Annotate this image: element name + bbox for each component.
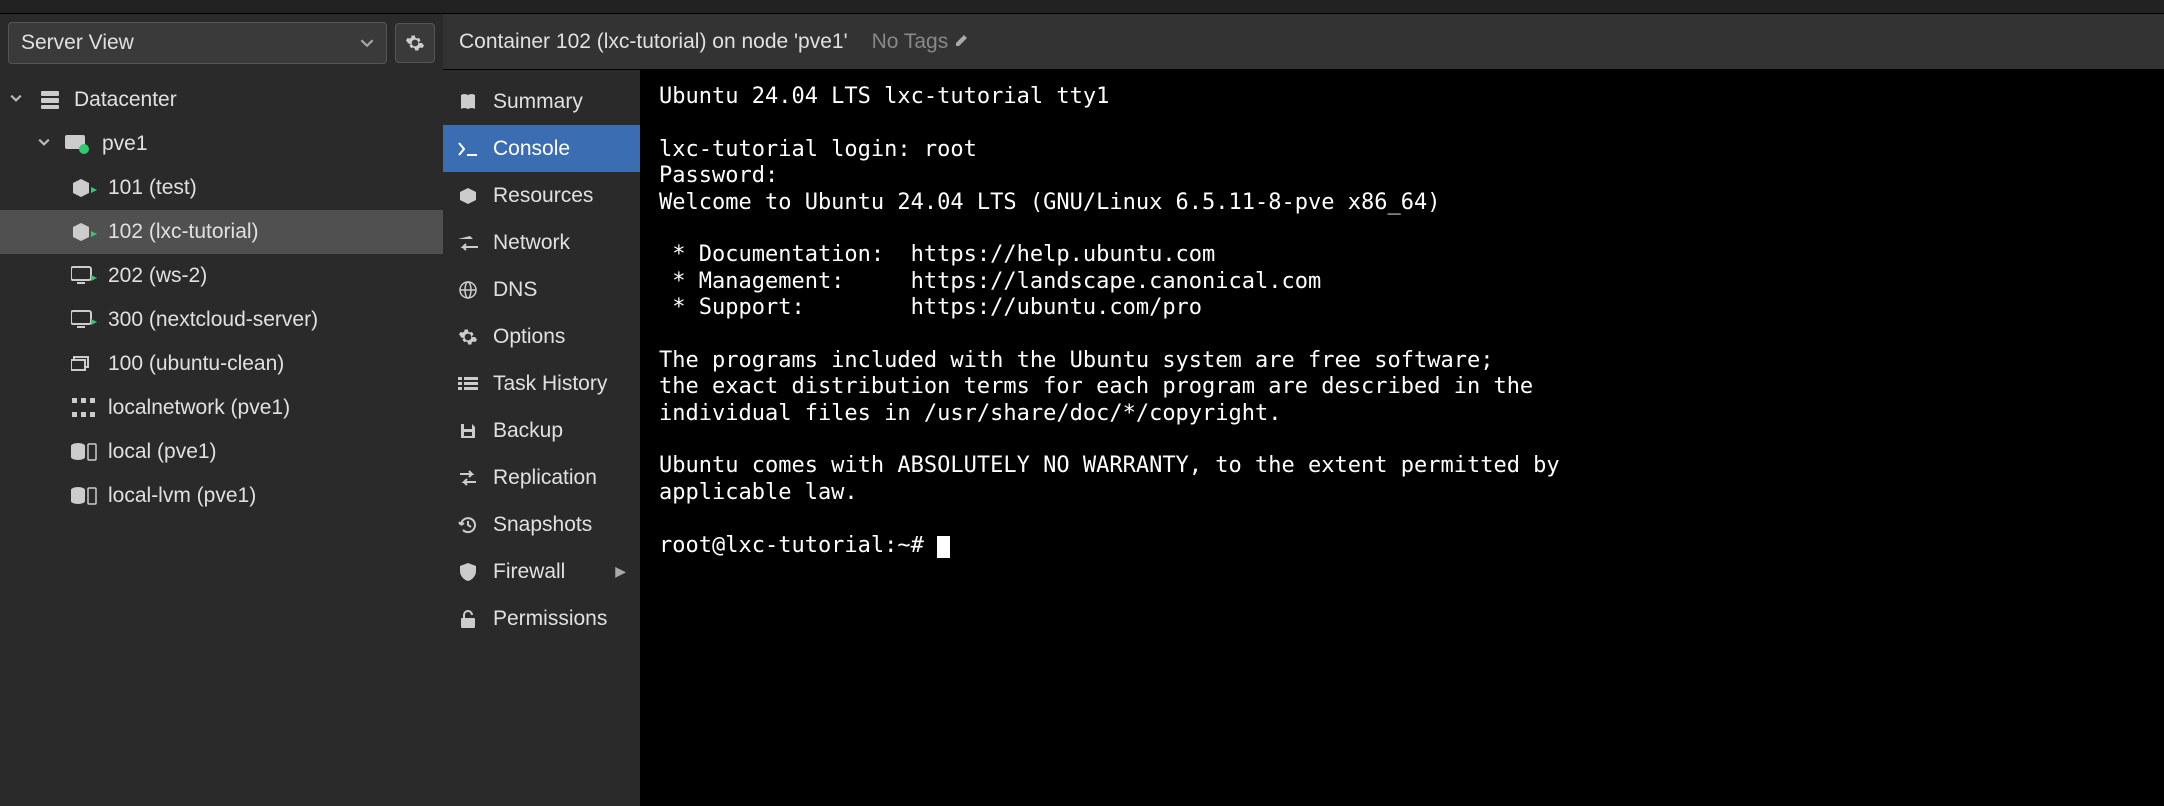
nav-label: Permissions (493, 607, 607, 631)
tree-item-vm[interactable]: 202 (ws-2) (0, 254, 443, 298)
nav-label: Firewall (493, 560, 565, 584)
network-icon (70, 398, 98, 418)
tags-label: No Tags (872, 30, 949, 54)
content-header: Container 102 (lxc-tutorial) on node 'pv… (443, 14, 2164, 70)
tags-button[interactable]: No Tags (872, 30, 971, 54)
storage-icon (70, 442, 98, 462)
tree-label: pve1 (102, 132, 148, 156)
nav-backup[interactable]: Backup (443, 407, 640, 454)
view-select[interactable]: Server View (8, 22, 387, 64)
container-icon (70, 221, 98, 243)
tree-label: Datacenter (74, 88, 177, 112)
nav-permissions[interactable]: Permissions (443, 595, 640, 642)
tree-label: 101 (test) (108, 176, 197, 200)
gear-icon (405, 33, 425, 53)
tree-item-vm[interactable]: 300 (nextcloud-server) (0, 298, 443, 342)
nav-label: Network (493, 231, 570, 255)
container-icon (70, 177, 98, 199)
book-icon (457, 92, 479, 112)
chevron-right-icon: ▶ (615, 563, 626, 580)
resource-tree: Datacenter pve1 101 (test) (0, 72, 443, 806)
nav-firewall[interactable]: Firewall ▶ (443, 548, 640, 595)
nav-console[interactable]: Console (443, 125, 640, 172)
nav-resources[interactable]: Resources (443, 172, 640, 219)
desktop-icon (70, 309, 98, 331)
tree-node-pve1[interactable]: pve1 (0, 122, 443, 166)
tree-label: 102 (lxc-tutorial) (108, 220, 259, 244)
terminal-icon (457, 141, 479, 157)
pencil-icon (954, 30, 970, 54)
globe-icon (457, 280, 479, 300)
breadcrumb: Container 102 (lxc-tutorial) on node 'pv… (459, 30, 848, 54)
nav-dns[interactable]: DNS (443, 266, 640, 313)
nav-label: DNS (493, 278, 537, 302)
server-icon (36, 88, 64, 112)
tree-label: local-lvm (pve1) (108, 484, 256, 508)
nav-label: Resources (493, 184, 593, 208)
cube-icon (457, 186, 479, 206)
tree-label: 300 (nextcloud-server) (108, 308, 318, 332)
tree-item-lxc[interactable]: 101 (test) (0, 166, 443, 210)
tree-datacenter[interactable]: Datacenter (0, 78, 443, 122)
view-select-label: Server View (21, 31, 134, 55)
tree-item-storage[interactable]: local-lvm (pve1) (0, 474, 443, 518)
nav-label: Summary (493, 90, 583, 114)
nav-label: Backup (493, 419, 563, 443)
unlock-icon (457, 609, 479, 629)
content-panel: Container 102 (lxc-tutorial) on node 'pv… (443, 14, 2164, 806)
expand-caret-icon (10, 91, 26, 109)
expand-caret-icon (38, 135, 54, 153)
nav-label: Task History (493, 372, 607, 396)
history-icon (457, 515, 479, 535)
top-strip (0, 0, 2164, 14)
nav-options[interactable]: Options (443, 313, 640, 360)
nav-label: Snapshots (493, 513, 592, 537)
desktop-icon (70, 265, 98, 287)
tree-item-storage[interactable]: local (pve1) (0, 430, 443, 474)
template-icon (70, 353, 98, 375)
save-icon (457, 422, 479, 440)
section-nav: Summary Console Resources (443, 70, 641, 806)
nav-label: Console (493, 137, 570, 161)
tree-label: 100 (ubuntu-clean) (108, 352, 284, 376)
nav-task-history[interactable]: Task History (443, 360, 640, 407)
left-panel: Server View (0, 14, 443, 806)
nav-snapshots[interactable]: Snapshots (443, 501, 640, 548)
list-icon (457, 376, 479, 392)
tree-item-template[interactable]: 100 (ubuntu-clean) (0, 342, 443, 386)
tree-item-lxc[interactable]: 102 (lxc-tutorial) (0, 210, 443, 254)
settings-button[interactable] (395, 23, 435, 63)
replicate-icon (457, 470, 479, 486)
tree-label: 202 (ws-2) (108, 264, 207, 288)
tree-item-network[interactable]: localnetwork (pve1) (0, 386, 443, 430)
exchange-icon (457, 235, 479, 251)
console-terminal[interactable]: Ubuntu 24.04 LTS lxc-tutorial tty1 lxc-t… (641, 70, 2164, 806)
nav-label: Replication (493, 466, 597, 490)
nav-label: Options (493, 325, 565, 349)
shield-icon (457, 562, 479, 582)
node-icon (64, 133, 92, 155)
nav-network[interactable]: Network (443, 219, 640, 266)
tree-label: localnetwork (pve1) (108, 396, 290, 420)
gear-icon (457, 327, 479, 347)
tree-label: local (pve1) (108, 440, 217, 464)
nav-summary[interactable]: Summary (443, 78, 640, 125)
chevron-down-icon (360, 31, 374, 55)
nav-replication[interactable]: Replication (443, 454, 640, 501)
storage-icon (70, 486, 98, 506)
